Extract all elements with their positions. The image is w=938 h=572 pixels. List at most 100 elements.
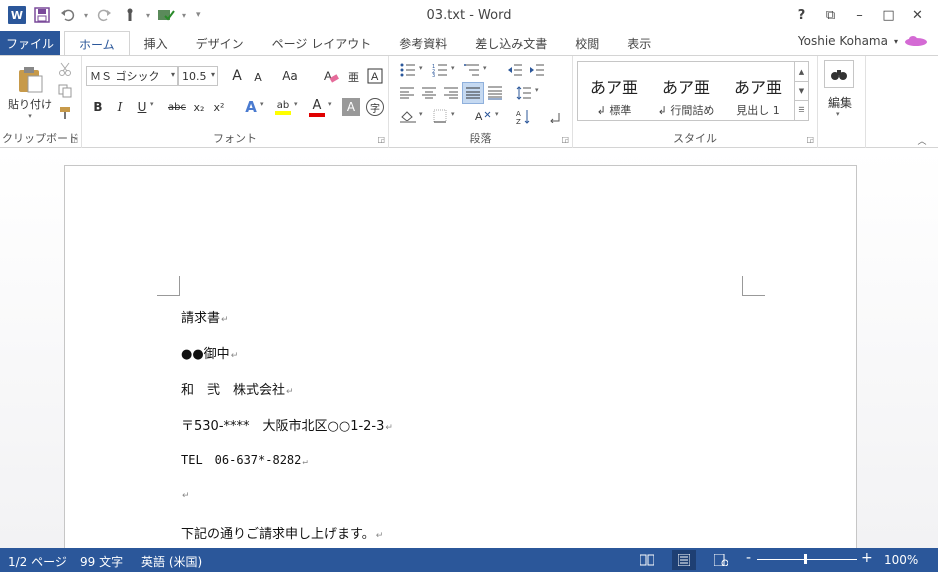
tab-design[interactable]: デザイン — [182, 31, 258, 55]
word-count[interactable]: 99 文字 — [80, 553, 123, 570]
asian-layout-dropdown-icon[interactable]: ▾ — [495, 110, 499, 118]
user-account[interactable]: Yoshie Kohama ▾ — [798, 34, 928, 48]
styles-scroll-down-icon[interactable]: ▼ — [795, 81, 808, 100]
clipboard-launcher-icon[interactable]: ◲ — [70, 135, 78, 144]
font-color-button[interactable]: A — [308, 96, 326, 118]
superscript-button[interactable]: x² — [210, 96, 228, 118]
subscript-button[interactable]: x₂ — [190, 96, 208, 118]
multilevel-list-icon[interactable] — [461, 60, 483, 80]
text-effects-button[interactable]: A — [242, 96, 260, 118]
find-binoculars-icon[interactable] — [824, 60, 854, 88]
styles-scroll-up-icon[interactable]: ▲ — [795, 62, 808, 81]
paste-button[interactable]: 貼り付け ▾ — [8, 62, 52, 122]
read-mode-icon[interactable] — [638, 552, 656, 568]
ribbon-display-button[interactable]: ⧉ — [816, 4, 845, 26]
phonetic-guide-icon[interactable]: 亜 — [344, 66, 362, 86]
decrease-indent-icon[interactable] — [505, 60, 525, 80]
language-indicator[interactable]: 英語 (米国) — [141, 553, 202, 570]
align-left-icon[interactable] — [397, 83, 417, 103]
align-center-icon[interactable] — [419, 83, 439, 103]
font-name-combo[interactable]: ＭＳ ゴシック ▾ — [86, 66, 178, 86]
cut-icon[interactable] — [56, 60, 74, 78]
collapse-ribbon-icon[interactable]: ︿ — [914, 134, 930, 147]
font-color-dropdown-icon[interactable]: ▾ — [328, 100, 332, 108]
underline-button[interactable]: U — [134, 96, 150, 118]
maximize-button[interactable]: □ — [874, 4, 903, 26]
paragraph[interactable]: ●●御中↵ — [181, 343, 238, 362]
editing-button[interactable]: 編集 — [818, 94, 862, 110]
multilevel-dropdown-icon[interactable]: ▾ — [483, 64, 487, 72]
bullets-dropdown-icon[interactable]: ▾ — [419, 64, 423, 72]
format-painter-icon[interactable] — [56, 104, 74, 122]
sort-icon[interactable]: AZ — [513, 106, 533, 128]
tab-insert[interactable]: 挿入 — [130, 31, 182, 55]
paragraph-launcher-icon[interactable]: ◲ — [561, 135, 569, 144]
style-no-spacing[interactable]: あア亜 ↲ 行間詰め — [651, 62, 721, 120]
character-border-icon[interactable]: A — [366, 66, 384, 86]
styles-more-icon[interactable]: ☰ — [795, 100, 808, 119]
editing-dropdown-icon[interactable]: ▾ — [836, 110, 840, 118]
tab-references[interactable]: 参考資料 — [385, 31, 461, 55]
align-right-icon[interactable] — [441, 83, 461, 103]
style-normal[interactable]: あア亜 ↲ 標準 — [579, 62, 649, 120]
tab-view[interactable]: 表示 — [613, 31, 665, 55]
print-layout-icon[interactable] — [672, 550, 696, 570]
paragraph[interactable]: 請求書↵ — [181, 307, 229, 326]
distributed-icon[interactable] — [485, 83, 505, 103]
tab-file[interactable]: ファイル — [0, 31, 60, 55]
font-size-dropdown-icon[interactable]: ▾ — [211, 70, 215, 79]
borders-icon[interactable] — [429, 106, 451, 126]
line-spacing-icon[interactable] — [513, 83, 535, 103]
highlight-dropdown-icon[interactable]: ▾ — [294, 100, 298, 108]
paragraph[interactable]: 和 弐 株式会社↵ — [181, 379, 294, 398]
page-count[interactable]: 1/2 ページ — [8, 553, 67, 570]
shading-dropdown-icon[interactable]: ▾ — [419, 110, 423, 118]
numbering-icon[interactable]: 123 — [429, 60, 451, 80]
tab-page-layout[interactable]: ページ レイアウト — [258, 31, 386, 55]
bold-button[interactable]: B — [90, 96, 106, 118]
bullets-icon[interactable] — [397, 60, 419, 80]
underline-dropdown-icon[interactable]: ▾ — [150, 100, 154, 108]
copy-icon[interactable] — [56, 82, 74, 100]
shrink-font-button[interactable]: A — [250, 68, 266, 86]
change-case-button[interactable]: Aa — [278, 66, 302, 86]
web-layout-icon[interactable] — [712, 552, 730, 568]
text-effects-dropdown-icon[interactable]: ▾ — [260, 100, 264, 108]
minimize-button[interactable]: – — [845, 4, 874, 26]
paragraph[interactable]: TEL 06-637*-8282↵ — [181, 451, 308, 468]
close-button[interactable]: ✕ — [903, 4, 932, 26]
italic-button[interactable]: I — [112, 96, 128, 118]
grow-font-button[interactable]: A — [228, 66, 246, 86]
line-spacing-dropdown-icon[interactable]: ▾ — [535, 86, 539, 94]
asian-layout-icon[interactable]: A — [471, 106, 495, 126]
zoom-slider-track[interactable] — [757, 559, 857, 560]
clear-formatting-icon[interactable]: A — [322, 66, 340, 86]
tab-mailings[interactable]: 差し込み文書 — [461, 31, 561, 55]
help-button[interactable]: ? — [787, 4, 816, 26]
document-page[interactable]: 請求書↵ ●●御中↵ 和 弐 株式会社↵ 〒530-**** 大阪市北区○○1-… — [64, 165, 857, 565]
show-hide-marks-icon[interactable] — [545, 106, 565, 128]
numbering-dropdown-icon[interactable]: ▾ — [451, 64, 455, 72]
increase-indent-icon[interactable] — [527, 60, 547, 80]
paragraph[interactable]: ↵ — [181, 487, 190, 502]
tab-review[interactable]: 校閲 — [561, 31, 613, 55]
font-name-dropdown-icon[interactable]: ▾ — [171, 70, 175, 79]
font-size-combo[interactable]: 10.5 ▾ — [178, 66, 218, 86]
enclose-characters-button[interactable]: 字 — [366, 98, 384, 116]
zoom-in-button[interactable]: + — [861, 550, 873, 566]
borders-dropdown-icon[interactable]: ▾ — [451, 110, 455, 118]
justify-icon[interactable] — [462, 82, 484, 104]
paragraph[interactable]: 〒530-**** 大阪市北区○○1-2-3↵ — [181, 415, 393, 434]
shading-icon[interactable] — [397, 106, 419, 126]
tab-home[interactable]: ホーム — [64, 31, 130, 56]
styles-launcher-icon[interactable]: ◲ — [806, 135, 814, 144]
style-heading-1[interactable]: あア亜 見出し 1 — [723, 62, 793, 120]
zoom-slider-thumb[interactable] — [804, 554, 807, 564]
zoom-out-button[interactable]: - — [746, 550, 751, 566]
highlight-button[interactable]: ab — [274, 96, 292, 118]
font-launcher-icon[interactable]: ◲ — [377, 135, 385, 144]
paragraph[interactable]: 下記の通りご請求申し上げます。↵ — [181, 523, 383, 542]
zoom-level[interactable]: 100% — [884, 553, 918, 567]
character-shading-button[interactable]: A — [342, 98, 360, 116]
strikethrough-button[interactable]: abc — [166, 96, 188, 118]
